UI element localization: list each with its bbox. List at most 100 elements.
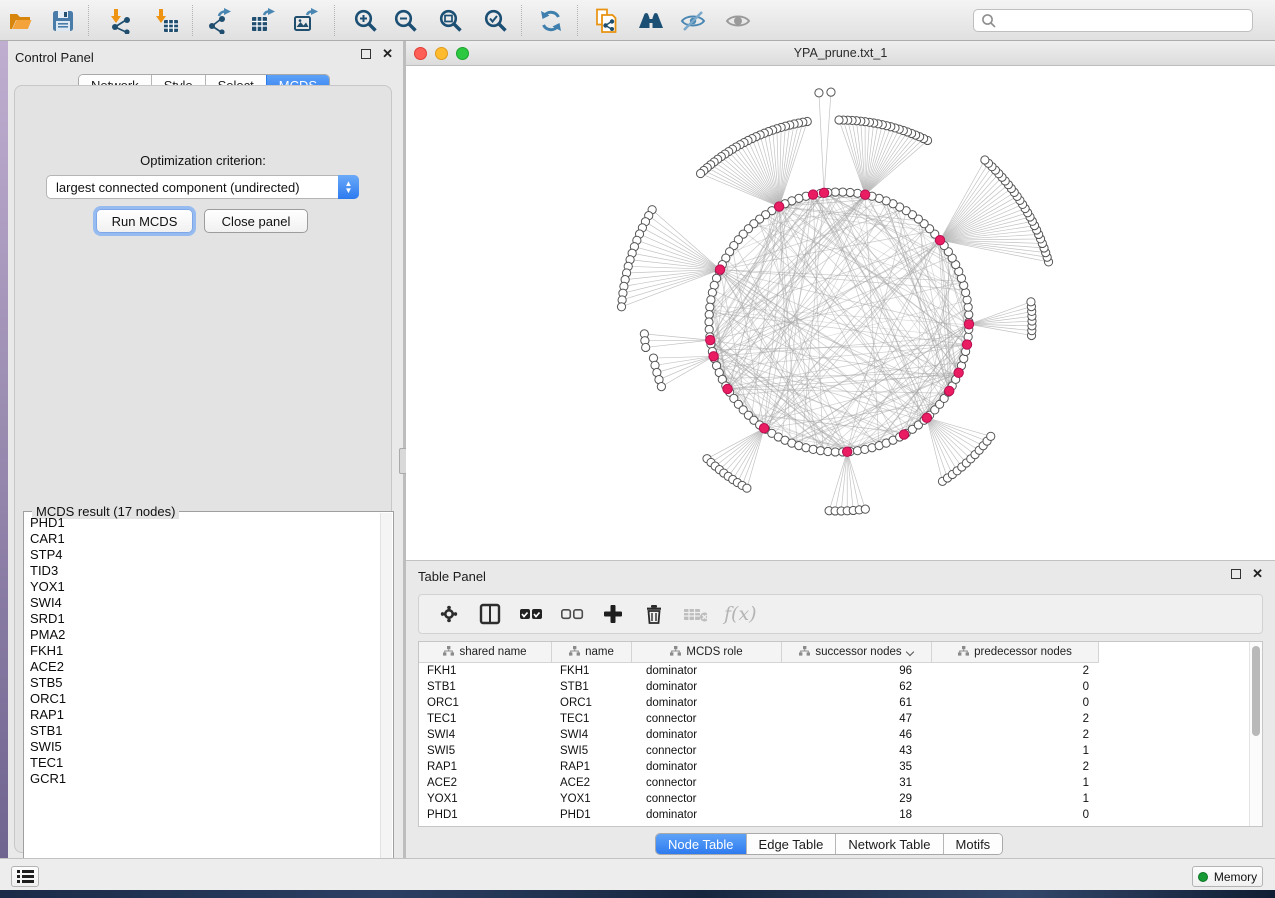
table-cell[interactable]: SWI5 [552, 743, 632, 759]
leaf-node[interactable] [696, 169, 704, 177]
table-cell[interactable]: RAP1 [552, 759, 632, 775]
table-cell[interactable]: RAP1 [419, 759, 552, 775]
table-cell[interactable]: 2 [932, 759, 1099, 775]
leaf-node[interactable] [815, 89, 823, 97]
table-row[interactable]: RAP1RAP1dominator352 [419, 759, 1099, 775]
mcds-node[interactable] [954, 368, 963, 377]
mcds-node[interactable] [808, 190, 817, 199]
leaf-node[interactable] [987, 432, 995, 440]
table-row[interactable]: STB1STB1dominator620 [419, 679, 1099, 695]
mcds-result-item[interactable]: PMA2 [30, 627, 380, 643]
mcds-result-item[interactable]: STB5 [30, 675, 380, 691]
tab-motifs[interactable]: Motifs [943, 834, 1003, 854]
column-header-MCDS-role[interactable]: MCDS role [632, 642, 782, 662]
select-all-icon[interactable] [519, 602, 543, 626]
table-cell[interactable]: 2 [932, 727, 1099, 743]
mcds-node[interactable] [922, 413, 931, 422]
mcds-result-item[interactable]: ORC1 [30, 691, 380, 707]
network-window-titlebar[interactable]: YPA_prune.txt_1 [406, 41, 1275, 66]
new-column-icon[interactable] [601, 602, 625, 626]
table-cell[interactable]: 0 [932, 807, 1099, 823]
table-cell[interactable]: 0 [932, 679, 1099, 695]
mcds-result-item[interactable]: TEC1 [30, 755, 380, 771]
leaf-node[interactable] [743, 484, 751, 492]
leaf-node[interactable] [861, 505, 869, 513]
memory-button[interactable]: Memory [1192, 866, 1263, 887]
mcds-result-item[interactable]: STP4 [30, 547, 380, 563]
table-cell[interactable]: 31 [782, 775, 932, 791]
table-cell[interactable]: STB1 [419, 679, 552, 695]
import-network-icon[interactable] [107, 7, 134, 34]
table-cell[interactable]: FKH1 [419, 663, 552, 679]
save-session-icon[interactable] [49, 7, 76, 34]
leaf-node[interactable] [617, 303, 625, 311]
mcds-result-item[interactable]: PHD1 [30, 515, 380, 531]
table-cell[interactable]: ORC1 [419, 695, 552, 711]
mcds-node[interactable] [860, 190, 869, 199]
table-cell[interactable]: PHD1 [419, 807, 552, 823]
table-cell[interactable]: 1 [932, 743, 1099, 759]
table-cell[interactable]: STB1 [552, 679, 632, 695]
mcds-list-scrollbar[interactable] [380, 513, 392, 879]
table-cell[interactable]: dominator [632, 759, 782, 775]
leaf-node[interactable] [642, 343, 650, 351]
table-row[interactable]: ORC1ORC1dominator610 [419, 695, 1099, 711]
float-panel-icon[interactable] [361, 49, 371, 59]
close-panel-icon[interactable]: ✕ [382, 49, 393, 59]
table-cell[interactable]: ACE2 [552, 775, 632, 791]
zoom-out-icon[interactable] [392, 7, 419, 34]
table-cell[interactable]: SWI5 [419, 743, 552, 759]
refresh-view-icon[interactable] [537, 7, 564, 34]
leaf-node[interactable] [657, 383, 665, 391]
ring-node[interactable] [809, 445, 817, 453]
table-cell[interactable]: PHD1 [552, 807, 632, 823]
zoom-fit-icon[interactable] [437, 7, 464, 34]
column-header-predecessor-nodes[interactable]: predecessor nodes [932, 642, 1099, 662]
table-cell[interactable]: 2 [932, 711, 1099, 727]
table-cell[interactable]: 1 [932, 791, 1099, 807]
table-cell[interactable]: 18 [782, 807, 932, 823]
table-cell[interactable]: connector [632, 711, 782, 727]
table-cell[interactable]: TEC1 [552, 711, 632, 727]
leaf-node[interactable] [1027, 298, 1035, 306]
table-cell[interactable]: connector [632, 775, 782, 791]
tab-edge-table[interactable]: Edge Table [746, 834, 836, 854]
table-cell[interactable]: ACE2 [419, 775, 552, 791]
table-cell[interactable]: dominator [632, 807, 782, 823]
mcds-node[interactable] [962, 340, 971, 349]
table-cell[interactable]: FKH1 [552, 663, 632, 679]
table-cell[interactable]: dominator [632, 695, 782, 711]
mcds-node[interactable] [935, 235, 944, 244]
mcds-result-item[interactable]: CAR1 [30, 531, 380, 547]
network-graph[interactable] [406, 66, 1275, 560]
table-cell[interactable]: connector [632, 743, 782, 759]
mcds-node[interactable] [819, 188, 828, 197]
task-history-button[interactable] [11, 866, 39, 887]
open-file-icon[interactable] [7, 7, 34, 34]
mcds-result-item[interactable]: ACE2 [30, 659, 380, 675]
table-row[interactable]: YOX1YOX1connector291 [419, 791, 1099, 807]
mcds-node[interactable] [945, 386, 954, 395]
mcds-result-item[interactable]: SWI4 [30, 595, 380, 611]
mcds-result-item[interactable]: GCR1 [30, 771, 380, 787]
show-columns-icon[interactable] [478, 602, 502, 626]
table-cell[interactable]: 2 [932, 663, 1099, 679]
search-input[interactable] [997, 14, 1252, 28]
mcds-node[interactable] [759, 424, 768, 433]
mcds-result-item[interactable]: SRD1 [30, 611, 380, 627]
table-cell[interactable]: 35 [782, 759, 932, 775]
mcds-node[interactable] [774, 202, 783, 211]
mcds-result-item[interactable]: YOX1 [30, 579, 380, 595]
table-cell[interactable]: dominator [632, 679, 782, 695]
export-table-icon[interactable] [249, 7, 276, 34]
mcds-result-item[interactable]: TID3 [30, 563, 380, 579]
column-header-name[interactable]: name [552, 642, 632, 662]
table-cell[interactable]: 61 [782, 695, 932, 711]
ring-node[interactable] [964, 303, 972, 311]
table-cell[interactable]: TEC1 [419, 711, 552, 727]
mcds-node[interactable] [715, 265, 724, 274]
table-cell[interactable]: YOX1 [552, 791, 632, 807]
leaf-node[interactable] [827, 88, 835, 96]
table-scrollbar-thumb[interactable] [1252, 646, 1260, 736]
find-icon[interactable] [637, 7, 664, 34]
